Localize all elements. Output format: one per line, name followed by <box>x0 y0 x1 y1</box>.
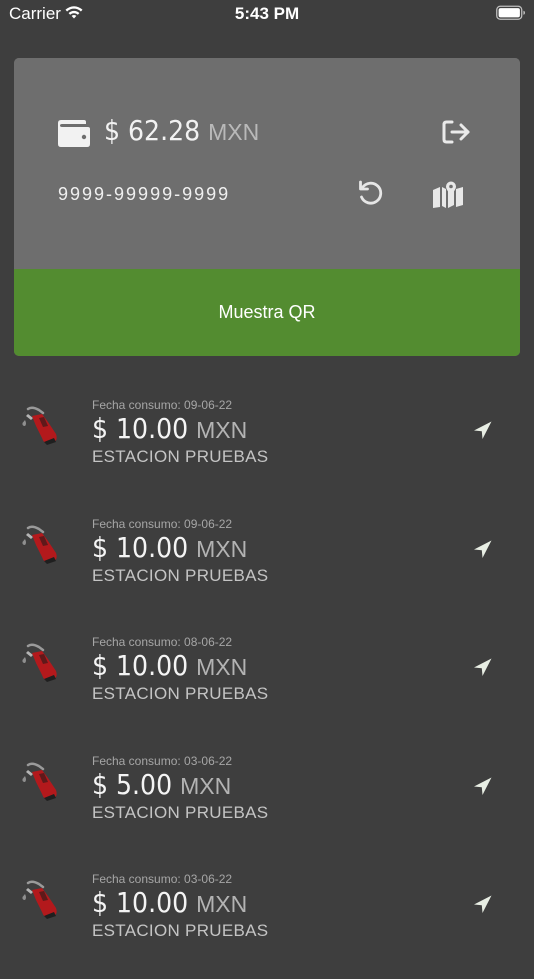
station-name: ESTACION PRUEBAS <box>92 802 269 822</box>
station-name: ESTACION PRUEBAS <box>92 684 269 704</box>
fuel-nozzle-icon <box>22 762 57 801</box>
show-qr-button[interactable]: Muestra QR <box>14 269 520 356</box>
transaction-amount: $ 10.00 <box>92 649 189 683</box>
transaction-date: Fecha consumo: 09-06-22 <box>92 516 233 531</box>
card-number: 9999-99999-9999 <box>58 184 231 204</box>
wallet-card: $ 62.28 MXN 9999-99999-9999 Muestra QR <box>14 58 520 356</box>
balance-currency: MXN <box>208 119 260 145</box>
logout-icon[interactable] <box>441 119 471 145</box>
station-name: ESTACION PRUEBAS <box>92 565 269 585</box>
navigation-arrow-icon[interactable] <box>472 419 494 441</box>
transaction-date: Fecha consumo: 09-06-22 <box>92 398 233 412</box>
list-item[interactable]: Fecha consumo: 08-06-22 $ 10.00 MXN ESTA… <box>0 623 534 742</box>
battery-icon <box>496 5 525 20</box>
transaction-amount-row: $ 5.00 MXN <box>92 768 231 801</box>
balance: $ 62.28 MXN <box>104 114 259 147</box>
transaction-amount: $ 5.00 <box>92 767 173 801</box>
navigation-arrow-icon[interactable] <box>472 538 494 560</box>
transaction-currency: MXN <box>196 535 248 562</box>
station-name: ESTACION PRUEBAS <box>92 447 269 466</box>
transaction-currency: MXN <box>180 772 232 799</box>
transaction-amount: $ 10.00 <box>92 412 189 445</box>
transaction-amount-row: $ 10.00 MXN <box>92 649 247 682</box>
list-item[interactable]: Fecha consumo: 03-06-22 $ 10.00 MXN ESTA… <box>0 860 534 979</box>
fuel-nozzle-icon <box>22 643 57 683</box>
fuel-nozzle-icon <box>22 525 57 564</box>
navigation-arrow-icon[interactable] <box>472 775 494 797</box>
transaction-date: Fecha consumo: 08-06-22 <box>92 635 233 650</box>
navigation-arrow-icon[interactable] <box>472 893 494 915</box>
station-name: ESTACION PRUEBAS <box>92 921 269 941</box>
navigation-arrow-icon[interactable] <box>472 656 494 678</box>
transaction-list: Fecha consumo: 09-06-22 $ 10.00 MXN ESTA… <box>0 386 534 979</box>
transaction-amount: $ 10.00 <box>92 530 189 564</box>
refresh-icon[interactable] <box>356 178 386 208</box>
wallet-icon <box>58 120 90 147</box>
transaction-amount-row: $ 10.00 MXN <box>92 886 247 919</box>
list-item[interactable]: Fecha consumo: 09-06-22 $ 10.00 MXN ESTA… <box>0 386 534 505</box>
transaction-currency: MXN <box>196 417 248 443</box>
status-time: 5:43 PM <box>234 4 300 23</box>
transaction-amount-row: $ 10.00 MXN <box>92 412 247 445</box>
fuel-nozzle-icon <box>22 406 57 445</box>
list-item[interactable]: Fecha consumo: 09-06-22 $ 10.00 MXN ESTA… <box>0 505 534 624</box>
transaction-date: Fecha consumo: 03-06-22 <box>92 872 233 887</box>
list-item[interactable]: Fecha consumo: 03-06-22 $ 5.00 MXN ESTAC… <box>0 742 534 861</box>
transaction-amount-row: $ 10.00 MXN <box>92 531 247 564</box>
balance-amount: $ 62.28 <box>104 114 201 147</box>
fuel-nozzle-icon <box>22 880 57 920</box>
transaction-currency: MXN <box>196 891 248 918</box>
status-bar: Carrier 5:43 PM <box>0 0 534 28</box>
map-icon[interactable] <box>432 181 464 209</box>
wallet-summary: $ 62.28 MXN 9999-99999-9999 <box>14 58 520 269</box>
transaction-currency: MXN <box>196 654 248 681</box>
transaction-date: Fecha consumo: 03-06-22 <box>92 753 233 768</box>
transaction-amount: $ 10.00 <box>92 886 189 920</box>
